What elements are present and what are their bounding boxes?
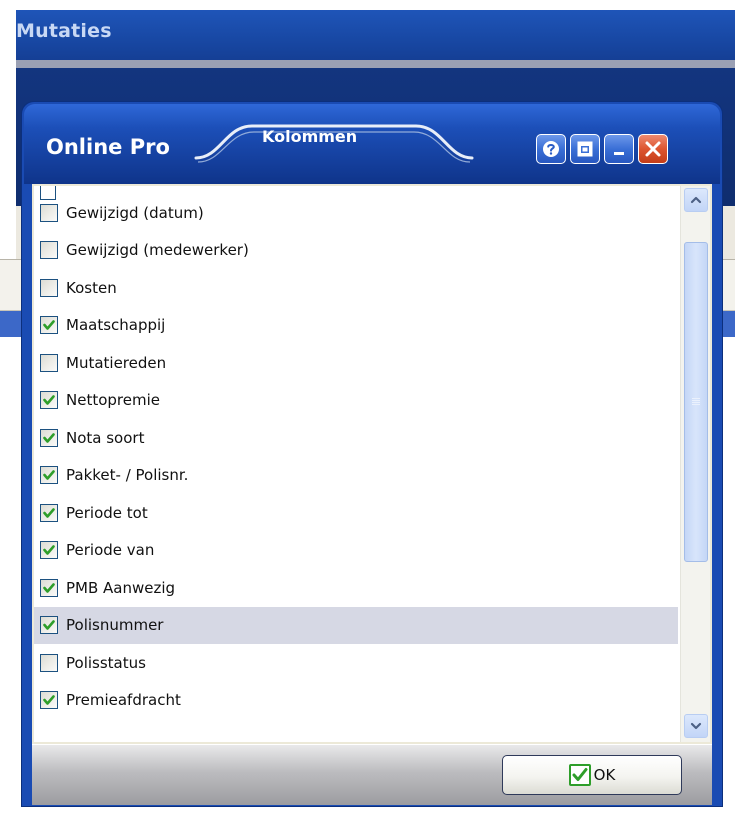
list-item-label: Mutatiereden [66,353,167,372]
checkbox-checked[interactable] [40,428,58,447]
tab-kolommen[interactable]: Kolommen [262,127,357,146]
checkbox-checked[interactable] [40,316,58,335]
ok-label: OK [593,766,616,784]
column-list-items: Gewijzigd (datum) Gewijzigd (medewerker) K… [34,186,678,720]
scroll-up-button[interactable] [684,188,708,212]
checkbox-checked[interactable] [40,541,58,560]
list-item-label: Gewijzigd (medewerker) [66,241,249,260]
checkbox-unchecked[interactable] [40,653,58,672]
list-item[interactable]: Mutatiereden [34,344,678,382]
list-item[interactable]: Polisnummer [34,606,678,644]
list-item[interactable]: Nota soort [34,419,678,457]
column-list-frame: Gewijzigd (datum) Gewijzigd (medewerker) K… [32,184,712,744]
list-item[interactable]: Periode van [34,532,678,570]
checkbox-unchecked[interactable] [40,241,58,260]
restore-button[interactable] [570,134,600,164]
list-item[interactable]: PMB Aanwezig [34,569,678,607]
dialog-title: Online Pro [46,135,170,159]
kolommen-dialog: Online Pro Kolommen Gewijzigd (datum) Ge… [22,102,722,806]
checkbox-unchecked[interactable] [40,203,58,222]
list-item[interactable]: Gewijzigd (medewerker) [34,232,678,270]
help-button[interactable] [536,134,566,164]
checkbox-checked[interactable] [40,691,58,710]
minimize-icon [614,152,624,155]
list-item-label: Nettopremie [66,391,160,410]
list-item[interactable]: Maatschappij [34,307,678,345]
list-item[interactable]: Gewijzigd (datum) [34,194,678,232]
close-button[interactable] [638,134,668,164]
dialog-footer: OK [32,744,712,805]
scroll-thumb[interactable] [684,242,708,562]
dialog-titlebar[interactable]: Online Pro Kolommen [24,104,720,184]
list-item-label: PMB Aanwezig [66,578,176,597]
list-item[interactable]: Nettopremie [34,382,678,420]
list-item-label: Polisstatus [66,653,146,672]
background-divider [16,60,735,68]
minimize-button[interactable] [604,134,634,164]
checkbox-checked[interactable] [40,503,58,522]
close-icon [645,141,661,157]
chevron-down-icon [690,722,702,730]
checkmark-icon [43,545,55,556]
background-window-title: Mutaties [16,20,112,42]
restore-icon [577,141,593,157]
checkmark-icon [43,470,55,481]
list-item-label: Nota soort [66,428,145,447]
chevron-up-icon [690,196,702,204]
check-icon [568,764,591,786]
checkmark-icon [43,695,55,706]
screen: Mutaties Online Pro Kolommen Gewijzigd (… [0,0,735,822]
checkmark-icon [43,620,55,631]
list-item[interactable]: Pakket- / Polisnr. [34,457,678,495]
checkbox-unchecked[interactable] [40,353,58,372]
checkbox-checked[interactable] [40,466,58,485]
checkbox-checked[interactable] [40,391,58,410]
checkmark-icon [43,395,55,406]
checkbox-checked[interactable] [40,578,58,597]
list-item-label: Premieafdracht [66,691,181,710]
checkmark-icon [43,320,55,331]
checkmark-icon [43,432,55,443]
ok-button[interactable]: OK [502,755,682,795]
list-item[interactable]: Polisstatus [34,644,678,682]
help-icon [543,141,559,157]
vertical-scrollbar[interactable] [680,186,710,742]
list-item-label: Polisnummer [66,616,164,635]
list-item-label: Periode tot [66,503,148,522]
scroll-down-button[interactable] [684,714,708,738]
list-item-label: Kosten [66,278,117,297]
list-item[interactable]: Kosten [34,269,678,307]
list-item[interactable]: Premieafdracht [34,682,678,720]
list-item-label: Periode van [66,541,155,560]
list-item-label: Maatschappij [66,316,166,335]
column-list[interactable]: Gewijzigd (datum) Gewijzigd (medewerker) K… [34,186,678,742]
list-item-label: Gewijzigd (datum) [66,203,204,222]
list-item-label: Pakket- / Polisnr. [66,466,189,485]
background-titlebar [16,10,735,64]
checkbox-checked[interactable] [40,616,58,635]
checkmark-icon [43,507,55,518]
grip-icon [692,398,700,405]
checkbox-unchecked[interactable] [40,278,58,297]
list-item[interactable]: Periode tot [34,494,678,532]
checkmark-icon [43,582,55,593]
